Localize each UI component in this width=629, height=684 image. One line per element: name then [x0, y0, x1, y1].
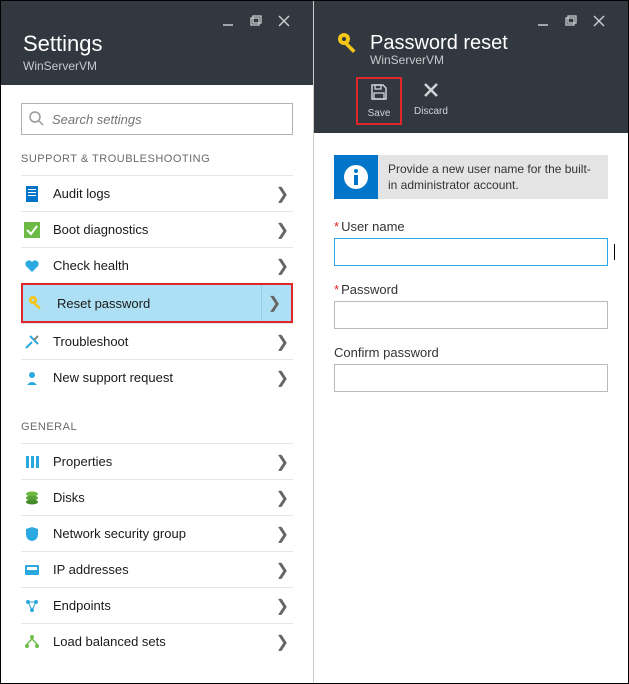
info-text: Provide a new user name for the built-in… [378, 155, 608, 199]
sidebar-item-properties[interactable]: Properties ❯ [21, 443, 293, 479]
settings-header: Settings WinServerVM [1, 1, 313, 85]
discard-button[interactable]: Discard [408, 77, 454, 125]
chevron-right-icon: ❯ [276, 560, 289, 580]
minimize-icon[interactable] [215, 11, 241, 31]
settings-title: Settings [23, 31, 103, 57]
sidebar-item-label: Load balanced sets [53, 634, 166, 649]
password-header: Password reset WinServerVM Save Discard [314, 1, 628, 133]
sidebar-item-label: Properties [53, 454, 112, 469]
audit-log-icon [23, 185, 41, 203]
sidebar-item-disks[interactable]: Disks ❯ [21, 479, 293, 515]
sidebar-item-endpoints[interactable]: Endpoints ❯ [21, 587, 293, 623]
support-icon [23, 369, 41, 387]
username-input[interactable] [334, 238, 608, 266]
info-icon [334, 155, 378, 199]
section-general: GENERAL [21, 421, 293, 433]
confirm-field: Confirm password [334, 345, 608, 392]
save-button[interactable]: Save [356, 77, 402, 125]
chevron-right-icon: ❯ [276, 184, 289, 204]
window-chrome-right [336, 11, 612, 33]
sidebar-item-label: Boot diagnostics [53, 222, 148, 237]
username-label: *User name [334, 219, 608, 234]
info-banner: Provide a new user name for the built-in… [334, 155, 608, 199]
text-caret [614, 244, 615, 260]
window-chrome-left [23, 11, 297, 33]
sidebar-item-label: New support request [53, 370, 173, 385]
search-icon [28, 110, 44, 131]
key-icon [336, 31, 360, 55]
username-field: *User name [334, 219, 608, 266]
chevron-right-icon: ❯ [268, 293, 281, 313]
settings-subtitle: WinServerVM [23, 59, 297, 73]
password-input[interactable] [334, 301, 608, 329]
chevron-right-icon: ❯ [276, 488, 289, 508]
chevron-right-icon: ❯ [276, 220, 289, 240]
minimize-icon[interactable] [530, 11, 556, 31]
confirm-input[interactable] [334, 364, 608, 392]
save-icon [370, 83, 388, 106]
chevron-right-icon: ❯ [276, 368, 289, 388]
sidebar-item-label: Check health [53, 258, 129, 273]
sidebar-item-label: IP addresses [53, 562, 129, 577]
confirm-label: Confirm password [334, 345, 608, 360]
close-icon[interactable] [271, 11, 297, 31]
restore-icon[interactable] [558, 11, 584, 31]
close-icon[interactable] [586, 11, 612, 31]
boot-diag-icon [23, 221, 41, 239]
chevron-right-icon: ❯ [276, 256, 289, 276]
settings-content: SUPPORT & TROUBLESHOOTING Audit logs ❯ B… [1, 85, 313, 683]
sidebar-item-new-support[interactable]: New support request ❯ [21, 359, 293, 395]
sidebar-item-troubleshoot[interactable]: Troubleshoot ❯ [21, 323, 293, 359]
key-icon [27, 294, 45, 312]
password-label: *Password [334, 282, 608, 297]
search-input[interactable] [21, 103, 293, 135]
sidebar-item-label: Disks [53, 490, 85, 505]
properties-icon [23, 453, 41, 471]
chevron-right-icon: ❯ [276, 524, 289, 544]
sidebar-item-reset-password[interactable]: Reset password ❯ [21, 283, 293, 323]
chevron-right-icon: ❯ [276, 596, 289, 616]
password-label-text: Password [341, 282, 398, 297]
settings-blade: Settings WinServerVM SUPPORT & TROUBLESH… [1, 1, 314, 683]
sidebar-item-boot-diagnostics[interactable]: Boot diagnostics ❯ [21, 211, 293, 247]
heart-icon [23, 257, 41, 275]
disks-icon [23, 489, 41, 507]
search-settings [21, 103, 293, 135]
endpoints-icon [23, 597, 41, 615]
sidebar-item-load-balanced[interactable]: Load balanced sets ❯ [21, 623, 293, 659]
chevron-right-icon: ❯ [276, 632, 289, 652]
shield-icon [23, 525, 41, 543]
password-subtitle: WinServerVM [370, 53, 612, 67]
sidebar-item-label: Troubleshoot [53, 334, 128, 349]
toolbar: Save Discard [336, 67, 612, 133]
sidebar-item-label: Reset password [57, 296, 150, 311]
chevron-right-icon: ❯ [276, 332, 289, 352]
discard-label: Discard [414, 106, 448, 117]
discard-icon [422, 81, 440, 104]
password-reset-blade: Password reset WinServerVM Save Discard … [314, 1, 628, 683]
sidebar-item-nsg[interactable]: Network security group ❯ [21, 515, 293, 551]
sidebar-item-label: Endpoints [53, 598, 111, 613]
sidebar-item-label: Network security group [53, 526, 186, 541]
section-support: SUPPORT & TROUBLESHOOTING [21, 153, 293, 165]
sidebar-item-check-health[interactable]: Check health ❯ [21, 247, 293, 283]
tools-icon [23, 333, 41, 351]
sidebar-item-ip[interactable]: IP addresses ❯ [21, 551, 293, 587]
sidebar-item-label: Audit logs [53, 186, 110, 201]
username-label-text: User name [341, 219, 405, 234]
save-label: Save [368, 108, 391, 119]
chevron-right-icon: ❯ [276, 452, 289, 472]
password-field: *Password [334, 282, 608, 329]
sidebar-item-audit-logs[interactable]: Audit logs ❯ [21, 175, 293, 211]
password-title: Password reset [370, 32, 508, 55]
password-content: Provide a new user name for the built-in… [314, 133, 628, 683]
restore-icon[interactable] [243, 11, 269, 31]
loadbalance-icon [23, 633, 41, 651]
ip-icon [23, 561, 41, 579]
